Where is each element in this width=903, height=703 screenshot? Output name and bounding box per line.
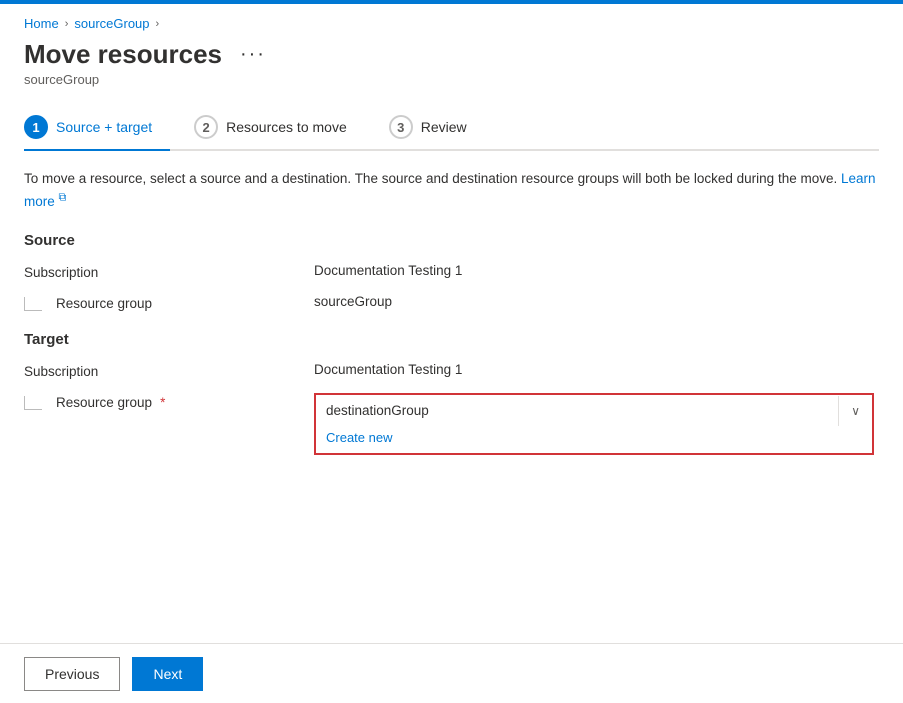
tabs-bar: 1 Source + target 2 Resources to move 3 … bbox=[24, 105, 879, 151]
chevron-icon-2: › bbox=[156, 18, 160, 30]
create-new-link[interactable]: Create new bbox=[316, 426, 402, 453]
external-link-icon: ⧉ bbox=[59, 191, 67, 203]
source-resource-group-value: sourceGroup bbox=[314, 294, 392, 309]
tab-label-2: Resources to move bbox=[226, 119, 347, 135]
required-star: * bbox=[160, 395, 165, 410]
dropdown-chevron-icon[interactable]: ∨ bbox=[838, 396, 872, 426]
tab-label-1: Source + target bbox=[56, 119, 152, 135]
tab-review[interactable]: 3 Review bbox=[389, 105, 485, 149]
source-subscription-label: Subscription bbox=[24, 263, 314, 280]
source-subscription-value: Documentation Testing 1 bbox=[314, 263, 462, 278]
tab-resources-to-move[interactable]: 2 Resources to move bbox=[194, 105, 365, 149]
next-button[interactable]: Next bbox=[132, 657, 203, 691]
ellipsis-button[interactable]: ··· bbox=[234, 41, 272, 68]
tab-label-3: Review bbox=[421, 119, 467, 135]
dropdown-input-row: ∨ bbox=[316, 395, 872, 426]
resource-group-dropdown-box: ∨ Create new bbox=[314, 393, 874, 455]
source-subscription-row: Subscription Documentation Testing 1 bbox=[24, 263, 879, 280]
step-circle-2: 2 bbox=[194, 115, 218, 139]
indent-corner-icon-2 bbox=[24, 396, 42, 410]
target-section-title: Target bbox=[24, 331, 879, 348]
target-resource-group-row: Resource group * ∨ Create new bbox=[24, 393, 879, 455]
breadcrumb-group[interactable]: sourceGroup bbox=[74, 16, 149, 31]
chevron-icon: › bbox=[65, 18, 69, 30]
page-title-row: Move resources ··· bbox=[24, 39, 879, 70]
tab-source-target[interactable]: 1 Source + target bbox=[24, 105, 170, 151]
source-resource-group-label: Resource group bbox=[24, 294, 314, 311]
source-resource-group-row: Resource group sourceGroup bbox=[24, 294, 879, 311]
previous-button[interactable]: Previous bbox=[24, 657, 120, 691]
page-title: Move resources bbox=[24, 39, 222, 70]
source-section-title: Source bbox=[24, 232, 879, 249]
target-subscription-row: Subscription Documentation Testing 1 bbox=[24, 362, 879, 379]
step-circle-3: 3 bbox=[389, 115, 413, 139]
target-subscription-value: Documentation Testing 1 bbox=[314, 362, 462, 377]
resource-group-dropdown-wrapper: ∨ Create new bbox=[314, 393, 874, 455]
page-subtitle: sourceGroup bbox=[24, 72, 879, 87]
target-resource-group-label: Resource group * bbox=[24, 393, 314, 410]
bottom-navigation-bar: Previous Next bbox=[0, 643, 903, 703]
indent-corner-icon bbox=[24, 297, 42, 311]
target-subscription-label: Subscription bbox=[24, 362, 314, 379]
breadcrumb-home[interactable]: Home bbox=[24, 16, 59, 31]
breadcrumb: Home › sourceGroup › bbox=[24, 16, 879, 31]
main-content: To move a resource, select a source and … bbox=[24, 151, 879, 455]
step-circle-1: 1 bbox=[24, 115, 48, 139]
resource-group-input[interactable] bbox=[316, 395, 838, 426]
info-text: To move a resource, select a source and … bbox=[24, 169, 879, 212]
